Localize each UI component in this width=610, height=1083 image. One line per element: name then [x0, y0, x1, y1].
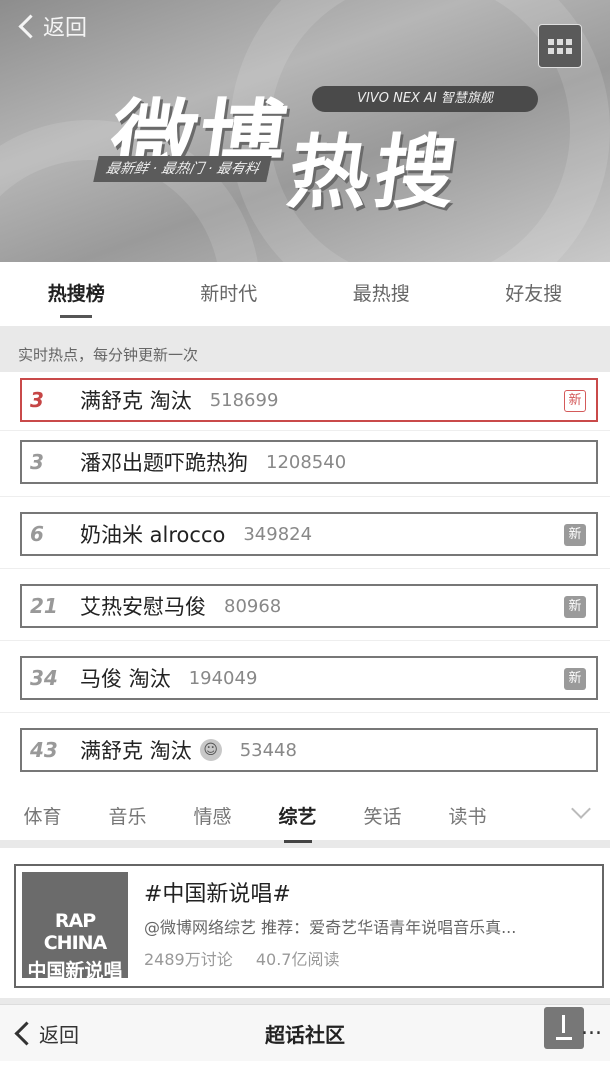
header-banner: 返回 微博 VIVO NEX AI 智慧旗舰 热搜 最新鲜 · 最热门 · 最有… [0, 0, 610, 262]
new-badge: 新 [564, 524, 586, 546]
divider [0, 640, 610, 641]
list-item[interactable]: 43 满舒克 淘汰 ☺ 53448 [20, 728, 598, 772]
divider [0, 568, 610, 569]
item-title: 奶油米 alrocco [80, 523, 226, 547]
back-label: 返回 [43, 16, 88, 41]
back-button[interactable]: 返回 [16, 10, 87, 42]
item-count: 194049 [188, 667, 258, 689]
top-tabs: 热搜榜 新时代 最热搜 好友搜 [0, 262, 610, 326]
category-jokes[interactable]: 笑话 [340, 802, 425, 829]
tab-hot-list[interactable]: 热搜榜 [0, 262, 153, 326]
rank-number: 6 [30, 522, 44, 546]
category-tabs: 体育 音乐 情感 综艺 笑话 读书 [0, 790, 610, 843]
topic-section: RAP CHINA 中国新说唱 #中国新说唱# @微博网络综艺 推荐：爱奇艺华语… [0, 848, 610, 998]
list-item[interactable]: 21 艾热安慰马俊 80968 新 [20, 584, 598, 628]
discussion-count: 2489万讨论 [144, 950, 233, 969]
chevron-down-icon[interactable] [571, 799, 591, 819]
new-badge: 新 [564, 668, 586, 690]
read-count: 40.7亿阅读 [255, 950, 340, 969]
logo-hot-search: 热搜 [282, 126, 468, 219]
list-item[interactable]: 6 奶油米 alrocco 349824 新 [20, 512, 598, 556]
back-label: 返回 [39, 1023, 79, 1047]
chevron-left-icon [14, 1021, 39, 1046]
item-title: 潘邓出题吓跪热狗 [80, 451, 248, 475]
list-item[interactable]: 3 潘邓出题吓跪热狗 1208540 [20, 440, 598, 484]
item-title: 满舒克 淘汰 [80, 389, 192, 413]
topic-card[interactable]: RAP CHINA 中国新说唱 #中国新说唱# @微博网络综艺 推荐：爱奇艺华语… [14, 864, 604, 988]
update-note: 实时热点，每分钟更新一次 [18, 346, 199, 364]
item-title: 艾热安慰马俊 [80, 595, 206, 619]
category-sports[interactable]: 体育 [0, 802, 85, 829]
rank-number: 21 [30, 594, 58, 618]
chevron-left-icon [18, 13, 43, 39]
topic-title: #中国新说唱# [144, 882, 291, 907]
bottom-spacer [0, 1061, 610, 1083]
grid-dot [557, 38, 563, 45]
hot-list: 3 满舒克 淘汰 518699 新 3 潘邓出题吓跪热狗 1208540 6 奶… [0, 372, 610, 790]
category-books[interactable]: 读书 [425, 802, 510, 829]
item-title: 马俊 淘汰 [80, 667, 171, 691]
item-count: 518699 [209, 389, 279, 411]
item-title: 满舒克 淘汰 [80, 739, 192, 763]
tab-most-searched[interactable]: 最热搜 [305, 262, 458, 326]
topic-description: @微博网络综艺 推荐：爱奇艺华语青年说唱音乐真... [144, 918, 517, 937]
grid-dot [548, 38, 554, 45]
rank-number: 3 [30, 388, 44, 412]
item-count: 1208540 [266, 451, 347, 473]
topic-stats: 2489万讨论 40.7亿阅读 [144, 946, 339, 970]
divider [0, 430, 610, 431]
divider [0, 496, 610, 497]
item-count: 80968 [224, 595, 282, 617]
topic-thumbnail: RAP CHINA 中国新说唱 [22, 872, 128, 982]
new-badge: 新 [564, 596, 586, 618]
bottom-nav-bar: 超话社区 返回 ... [0, 1004, 610, 1061]
tagline: 最新鲜 · 最热门 · 最有料 [93, 156, 272, 182]
download-icon[interactable] [544, 1007, 584, 1049]
list-item[interactable]: 34 马俊 淘汰 194049 新 [20, 656, 598, 700]
category-music[interactable]: 音乐 [85, 802, 170, 829]
grid-menu-button[interactable] [538, 24, 582, 68]
grid-dot [566, 47, 572, 54]
more-options-button[interactable]: ... [581, 1015, 602, 1040]
thumb-logo-text: RAP CHINA [43, 910, 108, 954]
grid-dot [548, 47, 554, 54]
tab-new-era[interactable]: 新时代 [153, 262, 306, 326]
category-emotion[interactable]: 情感 [170, 802, 255, 829]
tab-friends[interactable]: 好友搜 [458, 262, 610, 326]
grid-dot [566, 38, 572, 45]
new-badge: 新 [564, 390, 586, 412]
grid-dot [557, 47, 563, 54]
list-item[interactable]: 3 满舒克 淘汰 518699 新 [20, 378, 598, 422]
category-variety[interactable]: 综艺 [255, 802, 340, 843]
thumb-logo-subtext: 中国新说唱 [27, 960, 123, 982]
rank-number: 34 [30, 666, 58, 690]
rank-number: 3 [30, 450, 44, 474]
bottom-back-button[interactable]: 返回 [12, 1019, 79, 1048]
item-count: 349824 [243, 523, 313, 545]
divider [0, 712, 610, 713]
rank-number: 43 [30, 738, 58, 762]
smile-emoji-icon: ☺ [199, 739, 222, 761]
bottom-title: 超话社区 [265, 1023, 345, 1047]
item-count: 53448 [239, 739, 297, 761]
